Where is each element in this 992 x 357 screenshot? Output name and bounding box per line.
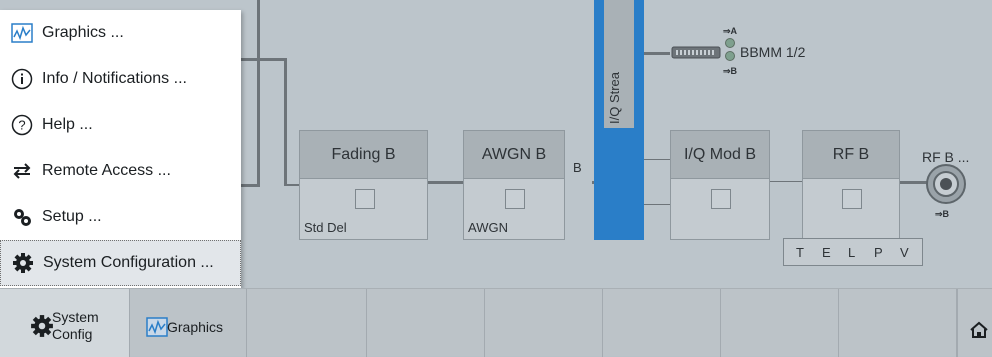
awgn-b-block[interactable]: AWGN B AWGN xyxy=(463,130,565,240)
gear-icon xyxy=(11,251,35,275)
status-letter: V xyxy=(900,245,909,260)
status-letter: P xyxy=(874,245,883,260)
rf-out-arrow: ⇒B xyxy=(935,209,950,219)
menu-item-label: Setup ... xyxy=(42,208,102,225)
taskbar-slot-empty[interactable] xyxy=(247,289,367,357)
help-icon: ? xyxy=(10,113,34,137)
arrow-b-label: ⇒B xyxy=(723,66,738,76)
taskbar-slot-empty[interactable] xyxy=(603,289,721,357)
block-title: RF B xyxy=(803,131,899,179)
block-enable-checkbox[interactable] xyxy=(355,189,375,209)
remote-access-icon xyxy=(10,159,34,183)
system-menu: Graphics ... Info / Notifications ... ? … xyxy=(0,10,241,288)
iq-stream-label: I/Q Strea xyxy=(607,71,622,124)
b-label: B xyxy=(573,160,582,175)
taskbar-home-button[interactable] xyxy=(957,289,992,357)
block-subtitle: AWGN xyxy=(468,220,508,235)
setup-icon xyxy=(10,205,34,229)
taskbar-system-config-button[interactable]: System Config xyxy=(0,289,130,357)
connector-line xyxy=(770,181,802,182)
menu-item-remote-access[interactable]: Remote Access ... xyxy=(0,148,241,194)
rf-b-block[interactable]: RF B xyxy=(802,130,900,240)
graphics-icon xyxy=(146,317,168,342)
rf-connector-icon[interactable] xyxy=(925,163,967,205)
taskbar-system-config-label: System Config xyxy=(52,309,99,342)
menu-item-graphics[interactable]: Graphics ... xyxy=(0,10,241,56)
menu-item-label: System Configuration ... xyxy=(43,254,214,271)
taskbar-slot-empty[interactable] xyxy=(839,289,957,357)
status-letter: E xyxy=(822,245,831,260)
connector-line xyxy=(284,58,287,186)
connector-line xyxy=(240,184,260,187)
home-icon xyxy=(969,321,989,344)
taskbar-graphics-button[interactable]: Graphics xyxy=(130,289,247,357)
status-letter: T xyxy=(796,245,804,260)
taskbar-slot-empty[interactable] xyxy=(721,289,839,357)
arrow-a-label: ⇒A xyxy=(723,26,738,36)
connector-line xyxy=(285,184,299,186)
bbmm-connector-icon xyxy=(670,42,722,62)
menu-item-label: Graphics ... xyxy=(42,24,124,41)
taskbar: System Config Graphics xyxy=(0,288,992,357)
block-enable-checkbox[interactable] xyxy=(505,189,525,209)
connector-line xyxy=(240,58,285,61)
block-subtitle: Std Del xyxy=(304,220,347,235)
block-enable-checkbox[interactable] xyxy=(711,189,731,209)
block-title: Fading B xyxy=(300,131,427,179)
bbmm-label: BBMM 1/2 xyxy=(740,44,806,60)
menu-item-label: Info / Notifications ... xyxy=(42,70,187,87)
menu-item-label: Help ... xyxy=(42,116,93,133)
gear-icon xyxy=(30,314,54,343)
connector-line xyxy=(644,52,670,55)
menu-item-help[interactable]: ? Help ... xyxy=(0,102,241,148)
connector-line xyxy=(428,181,463,184)
connector-line xyxy=(900,181,927,184)
iq-mod-b-block[interactable]: I/Q Mod B xyxy=(670,130,770,240)
block-enable-checkbox[interactable] xyxy=(842,189,862,209)
graphics-icon xyxy=(10,21,34,45)
fading-b-block[interactable]: Fading B Std Del xyxy=(299,130,428,240)
taskbar-slot-empty[interactable] xyxy=(485,289,603,357)
taskbar-slot-empty[interactable] xyxy=(367,289,485,357)
status-letter: L xyxy=(848,245,856,260)
status-dot-b xyxy=(725,51,735,61)
menu-item-info-notifications[interactable]: Info / Notifications ... xyxy=(0,56,241,102)
info-icon xyxy=(10,67,34,91)
connector-line xyxy=(257,0,260,185)
block-title: AWGN B xyxy=(464,131,564,179)
iq-stream-block[interactable]: I/Q Strea xyxy=(594,0,644,240)
connector-line xyxy=(644,204,670,205)
status-indicators: T E L P V xyxy=(783,238,923,266)
menu-item-system-configuration[interactable]: System Configuration ... xyxy=(0,240,241,286)
taskbar-graphics-label: Graphics xyxy=(167,319,224,335)
menu-item-setup[interactable]: Setup ... xyxy=(0,194,241,240)
connector-line xyxy=(644,159,670,160)
status-dot-a xyxy=(725,38,735,48)
svg-text:?: ? xyxy=(18,118,25,133)
block-title: I/Q Mod B xyxy=(671,131,769,179)
menu-item-label: Remote Access ... xyxy=(42,162,171,179)
